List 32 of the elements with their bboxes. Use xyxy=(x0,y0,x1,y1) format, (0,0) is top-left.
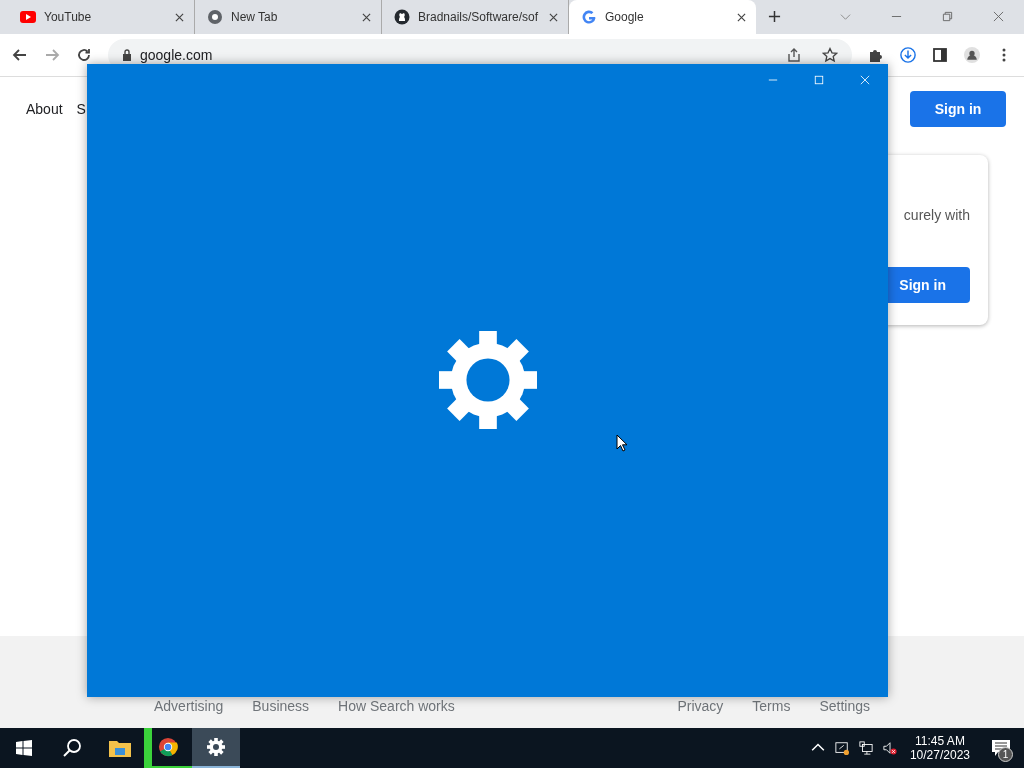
folder-icon xyxy=(109,738,131,758)
gear-icon xyxy=(439,331,537,429)
close-icon[interactable] xyxy=(993,11,1004,22)
footer-link[interactable]: Privacy xyxy=(677,698,724,714)
restore-icon[interactable] xyxy=(942,11,953,22)
close-icon[interactable] xyxy=(175,12,184,22)
footer-link[interactable]: How Search works xyxy=(338,698,455,714)
close-icon[interactable] xyxy=(549,12,558,22)
taskbar-app[interactable] xyxy=(192,728,240,768)
play-icon xyxy=(20,9,36,25)
chrome-icon xyxy=(157,737,179,757)
nav-link[interactable]: About xyxy=(26,101,63,117)
browser-tab[interactable]: Google xyxy=(569,0,756,34)
new-tab-icon[interactable] xyxy=(768,10,781,23)
footer-link[interactable]: Settings xyxy=(819,698,870,714)
footer-link[interactable]: Advertising xyxy=(154,698,224,714)
taskbar-app[interactable] xyxy=(144,728,192,768)
footer-link[interactable]: Terms xyxy=(752,698,791,714)
sign-in-button[interactable]: Sign in xyxy=(910,91,1006,127)
nav-link[interactable]: S xyxy=(76,101,86,117)
lock-icon xyxy=(122,49,132,61)
notification-badge: 1 xyxy=(998,747,1013,762)
clock[interactable]: 11:45 AM 10/27/2023 xyxy=(901,734,978,762)
footer-link[interactable]: Business xyxy=(252,698,310,714)
clock-date: 10/27/2023 xyxy=(909,748,970,762)
card-text: curely with xyxy=(903,207,970,223)
gear-icon xyxy=(205,737,227,757)
close-icon[interactable] xyxy=(362,12,371,22)
g-logo-icon xyxy=(581,9,597,25)
clock-time: 11:45 AM xyxy=(915,734,965,748)
close-icon[interactable] xyxy=(737,12,746,22)
cursor-icon xyxy=(616,434,628,452)
